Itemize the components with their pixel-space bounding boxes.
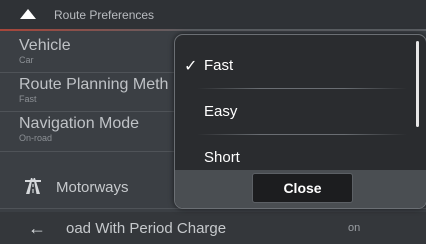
list-item-route-planning[interactable]: Route Planning Meth Fast [19, 76, 179, 105]
option-label: Easy [204, 103, 238, 120]
checkmark-icon: ✓ [184, 58, 198, 75]
up-arrow-icon[interactable] [20, 9, 36, 19]
route-planning-label: Route Planning Meth [19, 76, 169, 93]
period-charge-label: oad With Period Charge [66, 220, 227, 237]
vehicle-label: Vehicle [19, 37, 71, 54]
list-item-navigation-mode[interactable]: Navigation Mode On-road [19, 115, 179, 144]
option-label: Short [204, 149, 240, 166]
list-item-vehicle[interactable]: Vehicle Car [19, 37, 179, 66]
option-fast[interactable]: ✓ Fast [175, 43, 413, 89]
navigation-mode-label: Navigation Mode [19, 115, 140, 132]
header-accent-line [0, 29, 426, 31]
vehicle-value: Car [19, 55, 34, 65]
motorway-icon [25, 178, 41, 194]
back-arrow-icon[interactable]: ← [28, 219, 46, 237]
route-planning-popup: ✓ Fast Easy Short Close [174, 34, 426, 209]
option-easy[interactable]: Easy [175, 89, 413, 135]
popup-scrollbar[interactable] [416, 41, 419, 127]
period-charge-value: on [348, 222, 361, 234]
route-preferences-screen: Route Preferences Vehicle Car Route Plan… [0, 0, 426, 244]
popup-footer: Close [175, 170, 426, 208]
list-item-period-charge[interactable]: ← oad With Period Charge on [0, 212, 426, 244]
navigation-mode-value: On-road [19, 133, 53, 143]
motorways-label: Motorways [56, 179, 129, 196]
option-label: Fast [204, 57, 234, 74]
close-button[interactable]: Close [252, 173, 353, 203]
header-bar: Route Preferences [0, 0, 426, 31]
page-title: Route Preferences [54, 8, 155, 22]
route-planning-value: Fast [19, 94, 37, 104]
